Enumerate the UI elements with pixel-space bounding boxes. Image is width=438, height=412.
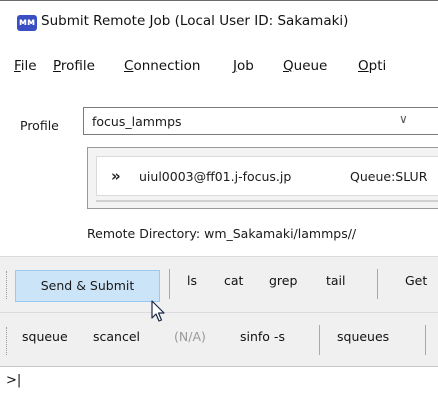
cat-button[interactable]: cat [224,273,243,297]
remote-directory: Remote Directory: wm_Sakamaki/lammps// [87,226,357,241]
title-bar[interactable]: ᴍᴍ Submit Remote Job (Local User ID: Sak… [0,0,438,41]
chevron-down-icon: ∨ [399,112,408,126]
console-prompt: >| [6,373,22,388]
double-chevron-icon: » [111,167,121,185]
app-icon: ᴍᴍ [17,15,37,31]
window-title: Submit Remote Job (Local User ID: Sakama… [41,13,349,29]
na-button: (N/A) [174,329,206,344]
console-output[interactable]: >| [0,367,438,412]
menu-options[interactable]: Opti [358,58,386,74]
menu-file[interactable]: File [14,58,37,74]
menu-connection[interactable]: Connection [124,58,200,74]
command-toolbar: Send & Submit ls cat grep tail Get [0,256,438,312]
toolbar-separator [169,269,170,299]
profile-select-value: focus_lammps [92,114,182,129]
squeues-button[interactable]: squeues [337,329,389,353]
toolbar-separator [377,269,378,299]
mouse-cursor-icon [151,300,167,328]
queue-toolbar: squeue scancel (N/A) sinfo -s squeues [0,312,438,367]
connection-queue: Queue:SLUR [350,169,428,184]
menu-job[interactable]: Job [233,58,254,74]
squeue-button[interactable]: squeue [22,329,68,353]
scancel-button[interactable]: scancel [93,329,140,353]
sinfo-button[interactable]: sinfo -s [240,329,285,353]
toolbar-separator [425,325,426,355]
menu-profile[interactable]: Profile [53,58,95,74]
menu-queue[interactable]: Queue [283,58,327,74]
connection-panel: » uiul0003@ff01.j-focus.jp Queue:SLUR [87,147,438,209]
send-submit-button[interactable]: Send & Submit [15,270,160,302]
toolbar-grip[interactable] [6,327,10,355]
get-button[interactable]: Get [405,273,427,297]
connection-host: uiul0003@ff01.j-focus.jp [139,169,292,184]
divider [96,200,438,202]
ls-button[interactable]: ls [187,273,197,297]
toolbar-separator [319,325,320,355]
tail-button[interactable]: tail [326,273,346,297]
menu-bar: File Profile Connection Job Queue Opti [0,58,438,82]
connection-button[interactable]: » uiul0003@ff01.j-focus.jp Queue:SLUR [96,156,438,196]
toolbar-grip[interactable] [6,271,10,299]
grep-button[interactable]: grep [269,273,297,297]
profile-label: Profile [20,118,59,133]
profile-select[interactable]: focus_lammps ∨ [83,107,438,135]
